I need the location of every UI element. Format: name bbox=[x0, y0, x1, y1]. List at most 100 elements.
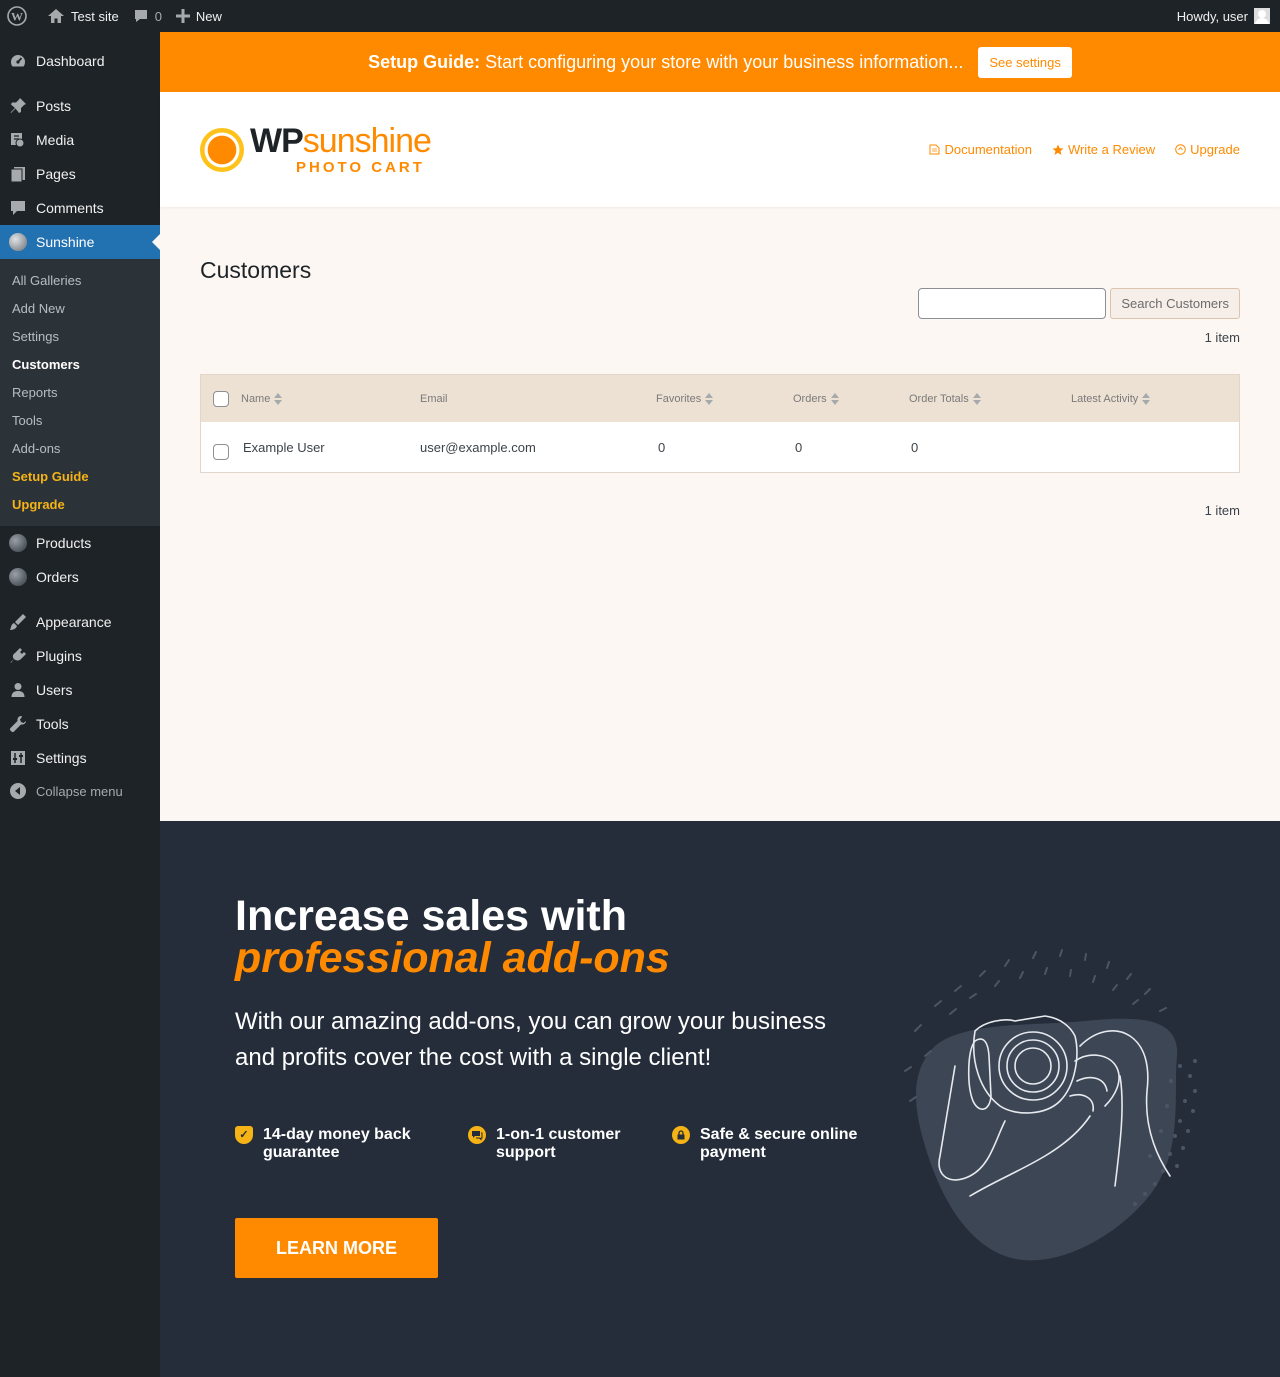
sunshine-submenu: All Galleries Add New Settings Customers… bbox=[0, 259, 160, 526]
column-name[interactable]: Name bbox=[241, 392, 283, 406]
write-review-link[interactable]: Write a Review bbox=[1052, 142, 1155, 157]
column-email: Email bbox=[420, 393, 448, 405]
sunshine-icon bbox=[0, 233, 36, 251]
products-icon bbox=[0, 534, 36, 552]
pages-icon bbox=[0, 165, 36, 183]
new-label: New bbox=[195, 8, 222, 24]
menu-tools[interactable]: Tools bbox=[0, 707, 160, 741]
site-name: Test site bbox=[71, 8, 119, 24]
submenu-upgrade[interactable]: Upgrade bbox=[0, 490, 160, 518]
site-name-link[interactable]: Test site bbox=[40, 0, 126, 32]
menu-posts[interactable]: Posts bbox=[0, 89, 160, 123]
sort-icon bbox=[972, 392, 981, 406]
customer-email: user@example.com bbox=[420, 439, 536, 455]
menu-label: Sunshine bbox=[36, 234, 95, 250]
table-row: Example User user@example.com 0 0 0 bbox=[201, 422, 1239, 472]
menu-settings[interactable]: Settings bbox=[0, 741, 160, 775]
avatar bbox=[1254, 8, 1270, 24]
see-settings-button[interactable]: See settings bbox=[978, 46, 1072, 78]
pushpin-icon bbox=[0, 97, 36, 115]
collapse-icon bbox=[0, 782, 36, 800]
menu-label: Users bbox=[36, 682, 73, 698]
column-label: Name bbox=[241, 392, 271, 405]
setup-guide-title: Setup Guide: bbox=[368, 51, 481, 72]
admin-bar: W Test site 0 New Howdy, user bbox=[0, 0, 1280, 32]
submenu-reports[interactable]: Reports bbox=[0, 378, 160, 406]
menu-sunshine[interactable]: Sunshine bbox=[0, 225, 160, 259]
submenu-add-ons[interactable]: Add-ons bbox=[0, 434, 160, 462]
new-content-link[interactable]: New bbox=[169, 0, 229, 32]
account-menu[interactable]: Howdy, user bbox=[1170, 0, 1280, 32]
table-header: Name Email Favorites Orders Order Totals… bbox=[201, 375, 1239, 422]
menu-label: Settings bbox=[36, 750, 87, 766]
logo-sunshine: sunshine bbox=[302, 122, 432, 160]
documentation-link[interactable]: Documentation bbox=[929, 142, 1032, 157]
row-checkbox[interactable] bbox=[213, 444, 229, 460]
submenu-settings[interactable]: Settings bbox=[0, 322, 160, 350]
menu-label: Orders bbox=[36, 569, 79, 585]
column-order-totals[interactable]: Order Totals bbox=[909, 392, 981, 406]
collapse-menu-button[interactable]: Collapse menu bbox=[0, 775, 160, 807]
wp-sunshine-logo[interactable]: WPsunshine PHOTO CART bbox=[200, 122, 432, 176]
menu-users[interactable]: Users bbox=[0, 673, 160, 707]
menu-appearance[interactable]: Appearance bbox=[0, 605, 160, 639]
menu-label: Comments bbox=[36, 200, 104, 216]
promo-description: With our amazing add-ons, you can grow y… bbox=[235, 1008, 826, 1071]
column-orders[interactable]: Orders bbox=[793, 392, 839, 406]
comment-icon bbox=[0, 199, 36, 217]
submenu-setup-guide[interactable]: Setup Guide bbox=[0, 462, 160, 490]
column-favorites[interactable]: Favorites bbox=[656, 392, 714, 406]
settings-icon bbox=[0, 749, 36, 767]
items-count-bottom: 1 item bbox=[1204, 503, 1240, 518]
menu-label: Dashboard bbox=[36, 53, 105, 69]
wordpress-icon: W bbox=[7, 6, 27, 26]
search-customers-button[interactable]: Search Customers bbox=[1110, 288, 1240, 319]
wordpress-logo-button[interactable]: W bbox=[0, 0, 40, 32]
customer-order-totals: 0 bbox=[911, 439, 919, 455]
menu-plugins[interactable]: Plugins bbox=[0, 639, 160, 673]
search-box: Search Customers bbox=[918, 288, 1240, 319]
menu-label: Media bbox=[36, 132, 75, 148]
logo-wp: WP bbox=[250, 122, 304, 160]
select-all-checkbox[interactable] bbox=[213, 390, 229, 407]
customer-favorites: 0 bbox=[658, 439, 666, 455]
customer-orders: 0 bbox=[795, 439, 803, 455]
sort-icon bbox=[830, 392, 839, 406]
menu-comments[interactable]: Comments bbox=[0, 191, 160, 225]
plugin-header: WPsunshine PHOTO CART Documentation Writ… bbox=[160, 92, 1280, 207]
logo-subtitle: PHOTO CART bbox=[296, 159, 425, 176]
comments-link[interactable]: 0 bbox=[126, 0, 169, 32]
upgrade-link[interactable]: Upgrade bbox=[1175, 142, 1240, 157]
dashboard-icon bbox=[0, 52, 36, 70]
column-label: Latest Activity bbox=[1071, 392, 1139, 405]
submenu-add-new[interactable]: Add New bbox=[0, 294, 160, 322]
feature-money-back: ✓ 14-day money back guarantee bbox=[235, 1126, 468, 1162]
customers-table: Name Email Favorites Orders Order Totals… bbox=[200, 374, 1240, 473]
lock-icon bbox=[672, 1126, 690, 1144]
menu-label: Products bbox=[36, 535, 92, 551]
promo-features: ✓ 14-day money back guarantee 1-on-1 cus… bbox=[235, 1126, 872, 1162]
search-input[interactable] bbox=[918, 288, 1107, 319]
menu-pages[interactable]: Pages bbox=[0, 157, 160, 191]
wrench-icon bbox=[0, 715, 36, 733]
submenu-all-galleries[interactable]: All Galleries bbox=[0, 266, 160, 294]
promo-headline: Increase sales with professional add-ons bbox=[235, 895, 670, 980]
menu-orders[interactable]: Orders bbox=[0, 560, 160, 594]
user-icon bbox=[0, 681, 36, 699]
menu-dashboard[interactable]: Dashboard bbox=[0, 44, 160, 78]
main-content: Setup Guide: Start configuring your stor… bbox=[160, 32, 1280, 821]
menu-products[interactable]: Products bbox=[0, 526, 160, 560]
learn-more-button[interactable]: LEARN MORE bbox=[235, 1218, 438, 1278]
submenu-tools[interactable]: Tools bbox=[0, 406, 160, 434]
column-latest-activity[interactable]: Latest Activity bbox=[1071, 392, 1151, 406]
sun-logo-icon bbox=[200, 127, 244, 172]
column-label: Email bbox=[420, 392, 448, 405]
star-icon bbox=[1052, 144, 1064, 155]
home-icon bbox=[47, 7, 65, 25]
chat-icon bbox=[468, 1126, 486, 1144]
menu-media[interactable]: Media bbox=[0, 123, 160, 157]
howdy-text: Howdy, user bbox=[1176, 8, 1248, 24]
submenu-customers[interactable]: Customers bbox=[0, 350, 160, 378]
setup-guide-text: Start configuring your store with your b… bbox=[485, 51, 964, 72]
customer-name[interactable]: Example User bbox=[243, 440, 325, 455]
